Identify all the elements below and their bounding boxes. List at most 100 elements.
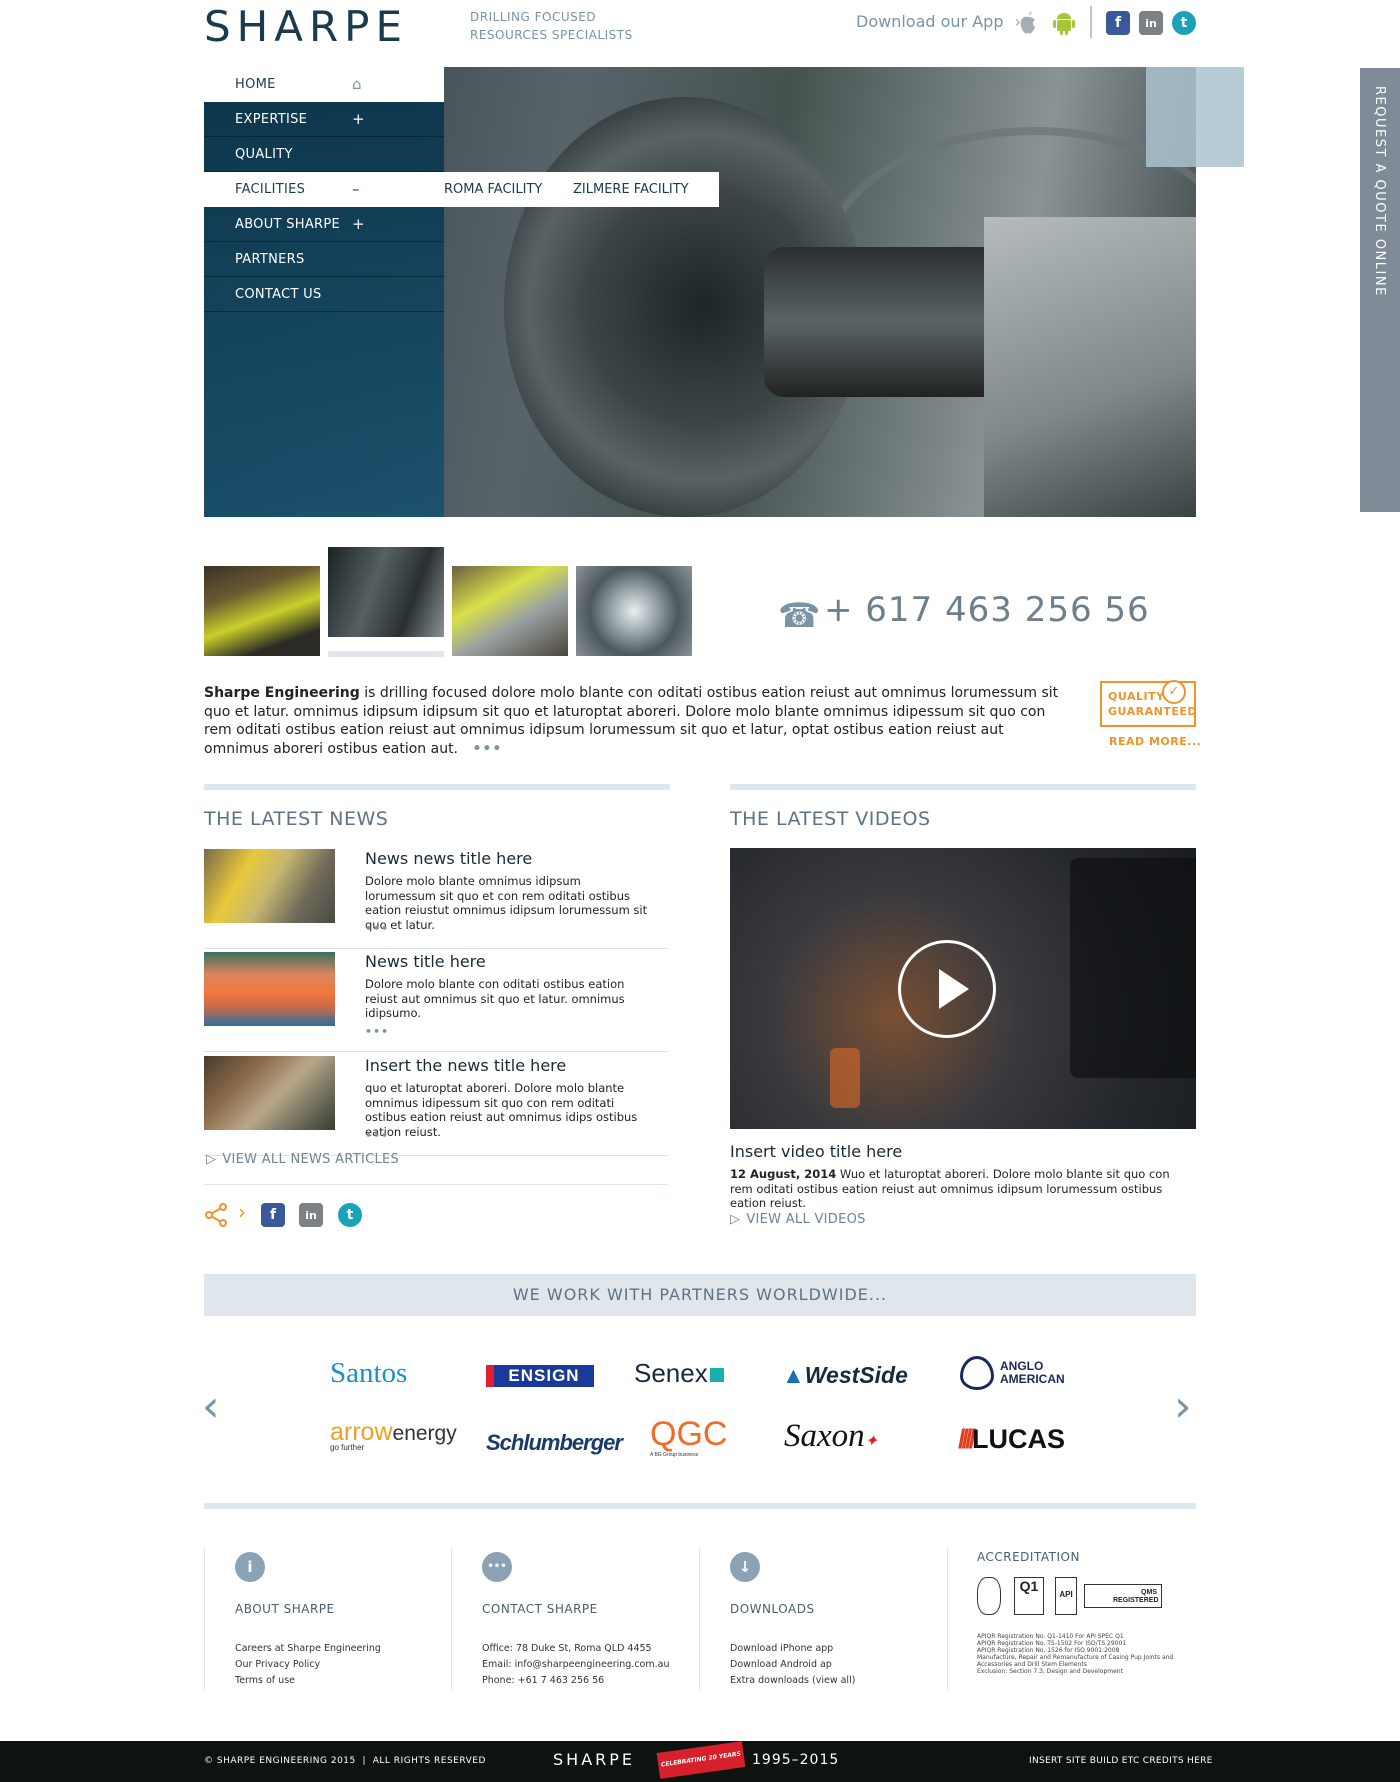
footer-contact-lines: Office: 78 Duke St, Roma QLD 4455 Email:…	[482, 1641, 669, 1689]
footer-about-heading: ABOUT SHARPE	[235, 1602, 335, 1616]
api-badge: API	[1055, 1577, 1077, 1615]
carousel-prev-arrow[interactable]: ‹	[202, 1385, 224, 1429]
intro-paragraph: Sharpe Engineering is drilling focused d…	[204, 684, 1064, 758]
accreditation-details: APIQR Registration No. Q1-1410 For API S…	[977, 1633, 1192, 1675]
download-app-label: Download our App	[856, 12, 1004, 31]
news-title[interactable]: Insert the news title here	[365, 1056, 566, 1075]
twitter-icon[interactable]: t	[1172, 11, 1196, 35]
partner-logo-westside[interactable]: ▲WestSide	[782, 1362, 908, 1389]
video-title[interactable]: Insert video title here	[730, 1142, 902, 1161]
news-more-link[interactable]: •••	[365, 1025, 389, 1038]
collapse-icon[interactable]: –	[352, 172, 360, 207]
video-description: 12 August, 2014 Wuo et laturoptat aborer…	[730, 1167, 1196, 1211]
footer-address: Office: 78 Duke St, Roma QLD 4455	[482, 1643, 652, 1654]
american-label: AMERICAN	[1000, 1372, 1065, 1386]
footer-link[interactable]: Download iPhone app	[730, 1641, 855, 1657]
quality-read-more-link[interactable]: READ MORE...	[1109, 735, 1201, 748]
nav-expertise[interactable]: EXPERTISE +	[204, 102, 444, 137]
phone-number[interactable]: + 617 463 256 56	[824, 590, 1150, 630]
subnav-roma-facility[interactable]: ROMA FACILITY	[444, 172, 542, 207]
nav-about-label: ABOUT SHARPE	[235, 217, 341, 232]
footer-link[interactable]: Download Android ap	[730, 1657, 855, 1673]
news-more-link[interactable]: •••	[365, 1129, 389, 1142]
footer-link[interactable]: Our Privacy Policy	[235, 1657, 381, 1673]
partner-logo-saxon[interactable]: Saxon✦	[784, 1418, 878, 1455]
nav-contact[interactable]: CONTACT US	[204, 277, 444, 312]
partner-logo-anglo-american[interactable]: ANGLO AMERICAN	[960, 1356, 1065, 1390]
nav-about[interactable]: ABOUT SHARPE +	[204, 207, 444, 242]
partner-logo-lucas[interactable]: ////LUCAS	[958, 1424, 1065, 1455]
check-icon: ✓	[1162, 680, 1186, 704]
footer-link[interactable]: Extra downloads (view all)	[730, 1673, 855, 1689]
news-image[interactable]	[204, 1056, 335, 1130]
twitter-share-icon[interactable]: t	[338, 1203, 362, 1227]
logo[interactable]: SHARPE	[204, 2, 408, 51]
site-credits[interactable]: INSERT SITE BUILD ETC CREDITS HERE	[1029, 1756, 1213, 1766]
partner-logo-senex[interactable]: Senex	[634, 1358, 724, 1389]
expand-icon[interactable]: +	[352, 207, 365, 242]
info-icon: i	[235, 1552, 265, 1582]
celebrating-ribbon: CELEBRATING 20 YEARS	[656, 1741, 746, 1779]
partners-heading: WE WORK WITH PARTNERS WORLDWIDE...	[204, 1274, 1196, 1316]
apple-icon[interactable]	[1016, 10, 1040, 36]
nav-partners[interactable]: PARTNERS	[204, 242, 444, 277]
news-item[interactable]: News news title here Dolore molo blante …	[204, 849, 668, 949]
footer-downloads-heading: DOWNLOADS	[730, 1602, 815, 1616]
intro-more-link[interactable]: •••	[472, 741, 502, 757]
share-icon[interactable]	[204, 1203, 228, 1227]
accreditation-heading: ACCREDITATION	[977, 1550, 1080, 1564]
news-title[interactable]: News news title here	[365, 849, 532, 868]
partner-logo-santos[interactable]: Santos	[330, 1357, 407, 1390]
subnav-zilmere-facility[interactable]: ZILMERE FACILITY	[573, 172, 689, 207]
partner-logo-qgc[interactable]: QGC A BG Group business	[650, 1416, 727, 1458]
tagline: DRILLING FOCUSED RESOURCES SPECIALISTS	[470, 8, 633, 44]
saxon-label: Saxon	[784, 1418, 865, 1454]
view-all-news-link[interactable]: ▷ VIEW ALL NEWS ARTICLES	[206, 1152, 399, 1167]
linkedin-share-icon[interactable]: in	[299, 1203, 323, 1227]
android-icon[interactable]	[1052, 10, 1076, 36]
gallery-thumb-2-active[interactable]	[328, 547, 444, 637]
accreditation-line: Exclusion: Section 7.3, Design and Devel…	[977, 1668, 1123, 1675]
linkedin-icon[interactable]: in	[1139, 11, 1163, 35]
news-more-link[interactable]: •••	[365, 922, 389, 935]
play-button[interactable]	[898, 940, 996, 1038]
news-item[interactable]: News title here Dolore molo blante con o…	[204, 952, 668, 1052]
footer-downloads-links: Download iPhone app Download Android ap …	[730, 1641, 855, 1689]
news-item[interactable]: Insert the news title here quo et laturo…	[204, 1056, 668, 1156]
gallery-thumb-1[interactable]	[204, 566, 320, 656]
download-app-link[interactable]: Download our App ›	[856, 12, 1021, 31]
news-title[interactable]: News title here	[365, 952, 486, 971]
nav-quality[interactable]: QUALITY	[204, 137, 444, 172]
footer-top-rule	[204, 1503, 1196, 1509]
facebook-share-icon[interactable]: f	[261, 1203, 285, 1227]
footer-about: i ABOUT SHARPE Careers at Sharpe Enginee…	[204, 1547, 451, 1691]
caret-right-icon: ▷	[730, 1212, 741, 1227]
nav-facilities[interactable]: FACILITIES –	[204, 172, 444, 207]
copyright: © SHARPE ENGINEERING 2015 | ALL RIGHTS R…	[204, 1756, 486, 1766]
footer-link[interactable]: Terms of use	[235, 1673, 381, 1689]
bottom-logo[interactable]: SHARPE	[553, 1750, 635, 1769]
gallery-thumb-3[interactable]	[452, 566, 568, 656]
gallery-thumb-4[interactable]	[576, 566, 692, 656]
request-quote-tab[interactable]: REQUEST A QUOTE ONLINE	[1360, 68, 1400, 512]
partner-logo-schlumberger[interactable]: Schlumberger	[486, 1430, 623, 1456]
news-excerpt: Dolore molo blante omnimus idipsum lorum…	[365, 874, 648, 932]
view-all-videos-link[interactable]: ▷ VIEW ALL VIDEOS	[730, 1212, 866, 1227]
senex-mark-icon	[709, 1368, 724, 1382]
nav-home[interactable]: HOME ⌂	[204, 67, 444, 102]
facebook-icon[interactable]: f	[1106, 11, 1130, 35]
footer-link[interactable]: Careers at Sharpe Engineering	[235, 1641, 381, 1657]
tagline-line-1: DRILLING FOCUSED	[470, 10, 597, 24]
news-image[interactable]	[204, 849, 335, 923]
footer-phone[interactable]: Phone: +61 7 463 256 56	[482, 1673, 669, 1689]
news-bottom-rule	[204, 1184, 668, 1185]
expand-icon[interactable]: +	[352, 102, 365, 137]
request-quote-label: REQUEST A QUOTE ONLINE	[1372, 86, 1387, 297]
footer-email[interactable]: Email: info@sharpeengineering.com.au	[482, 1657, 669, 1673]
partner-logo-arrow-energy[interactable]: arrowenergy go further	[330, 1418, 457, 1452]
partner-logo-ensign[interactable]: ENSIGN	[486, 1365, 594, 1387]
news-image[interactable]	[204, 952, 335, 1026]
accreditation-line: APIQR Registration No. 1526 for ISO 9001…	[977, 1647, 1120, 1654]
nav-facilities-label: FACILITIES	[235, 182, 306, 197]
carousel-next-arrow[interactable]: ›	[1174, 1385, 1196, 1429]
